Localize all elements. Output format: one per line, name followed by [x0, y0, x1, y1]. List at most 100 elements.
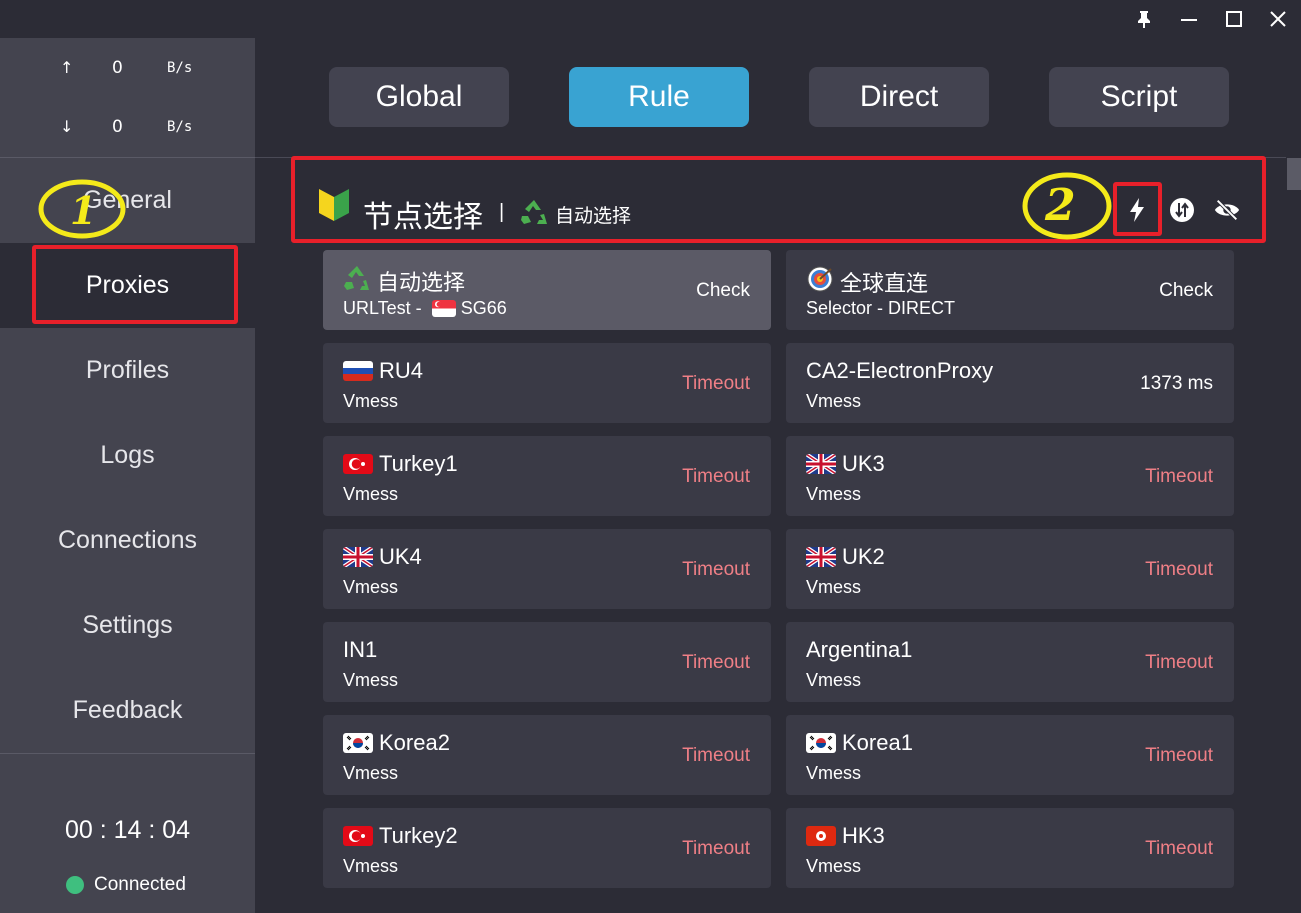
proxy-type-label: Vmess [343, 484, 399, 504]
proxy-name-label: 自动选择 [377, 270, 466, 295]
maximize-icon[interactable] [1221, 6, 1247, 32]
pin-icon[interactable] [1131, 6, 1157, 32]
flag-kr-icon [343, 733, 373, 753]
proxy-name-label: RU4 [379, 358, 424, 383]
sidebar-item-profiles[interactable]: Profiles [0, 328, 255, 413]
proxy-card[interactable]: 自动选择 URLTest - SG66 Check [323, 250, 771, 330]
flag-gb-icon [343, 547, 373, 567]
proxy-name-label: UK4 [379, 544, 422, 569]
proxy-name-label: HK3 [842, 823, 885, 848]
proxy-delay: Timeout [1145, 466, 1213, 487]
proxy-delay: Timeout [682, 745, 750, 766]
sidebar-item-feedback[interactable]: Feedback [0, 668, 255, 753]
minimize-icon[interactable] [1176, 6, 1202, 32]
flag-tr-icon [343, 826, 373, 846]
download-speed: ↓ 0 B/s [0, 117, 255, 137]
proxy-card[interactable]: UK3 Vmess Timeout [786, 436, 1234, 516]
flag-kr-icon [806, 733, 836, 753]
proxy-card[interactable]: Korea2 Vmess Timeout [323, 715, 771, 795]
annotation-mark-2: 2 [1045, 180, 1076, 231]
scrollbar-thumb[interactable] [1287, 158, 1301, 190]
proxy-type: Selector - DIRECT [806, 298, 955, 319]
title-bar [0, 0, 1301, 38]
annotation-mark-1: 1 [70, 188, 97, 233]
mode-tab-rule[interactable]: Rule [569, 67, 749, 127]
proxy-type: Vmess [343, 391, 398, 412]
proxy-delay: Timeout [682, 466, 750, 487]
download-value: 0 [112, 117, 123, 137]
proxy-delay: Timeout [682, 373, 750, 394]
proxy-name: 全球直连 [806, 265, 928, 299]
proxy-name: Turkey2 [343, 823, 458, 849]
proxy-type-label: URLTest - [343, 298, 427, 318]
proxy-name-label: UK3 [842, 451, 885, 476]
traffic-panel: ↑ 0 B/s ↓ 0 B/s [0, 38, 255, 157]
proxy-name-label: 全球直连 [840, 271, 929, 296]
proxy-name: Korea1 [806, 730, 913, 756]
flag-ru-icon [343, 361, 373, 381]
proxy-type: Vmess [806, 484, 861, 505]
proxy-type-node: SG66 [460, 298, 507, 318]
proxy-type: Vmess [806, 577, 861, 598]
proxy-card[interactable]: Argentina1 Vmess Timeout [786, 622, 1234, 702]
sidebar-item-logs[interactable]: Logs [0, 413, 255, 498]
check-button[interactable]: Check [696, 280, 750, 302]
sidebar-item-settings[interactable]: Settings [0, 583, 255, 668]
proxy-delay: Timeout [682, 652, 750, 673]
mode-tab-global[interactable]: Global [329, 67, 509, 127]
proxy-card[interactable]: UK2 Vmess Timeout [786, 529, 1234, 609]
proxy-type: Vmess [343, 577, 398, 598]
proxy-type-label: Vmess [343, 670, 399, 690]
annotation-box-test-button [1113, 182, 1162, 236]
proxy-name: UK2 [806, 544, 885, 570]
proxy-name-label: UK2 [842, 544, 885, 569]
proxy-type: Vmess [343, 484, 398, 505]
flag-sg-icon [431, 300, 456, 317]
mode-tab-script[interactable]: Script [1049, 67, 1229, 127]
proxy-name: HK3 [806, 823, 885, 849]
proxy-name-label: Turkey1 [379, 451, 458, 476]
proxy-card[interactable]: HK3 Vmess Timeout [786, 808, 1234, 888]
mode-tab-direct[interactable]: Direct [809, 67, 989, 127]
proxy-delay: Timeout [1145, 652, 1213, 673]
proxy-card[interactable]: CA2-ElectronProxy Vmess 1373 ms [786, 343, 1234, 423]
proxy-card[interactable]: RU4 Vmess Timeout [323, 343, 771, 423]
proxy-card[interactable]: IN1 Vmess Timeout [323, 622, 771, 702]
scrollbar[interactable] [1287, 158, 1301, 913]
uptime-timer: 00 : 14 : 04 [64, 816, 191, 844]
proxy-type-label: Vmess [343, 856, 399, 876]
connection-status: Connected [66, 874, 186, 896]
proxy-delay: Timeout [682, 559, 750, 580]
proxy-type-label: Vmess [343, 391, 399, 411]
proxy-delay: Timeout [1145, 838, 1213, 859]
proxy-delay: Timeout [682, 838, 750, 859]
recycle-icon [343, 265, 371, 297]
proxy-card[interactable]: Korea1 Vmess Timeout [786, 715, 1234, 795]
proxy-card[interactable]: Turkey2 Vmess Timeout [323, 808, 771, 888]
proxy-name-label: Korea2 [379, 730, 450, 755]
sidebar: ↑ 0 B/s ↓ 0 B/s General Proxies Profiles… [0, 38, 255, 913]
proxy-delay: 1373 ms [1140, 373, 1213, 394]
proxy-type-label: Vmess [343, 763, 399, 783]
proxy-name-label: IN1 [343, 637, 378, 662]
check-button[interactable]: Check [1159, 280, 1213, 302]
annotation-box-proxies [32, 245, 238, 324]
proxy-type: Vmess [806, 670, 861, 691]
proxy-type-label: Vmess [806, 763, 862, 783]
flag-hk-icon [806, 826, 836, 846]
upload-unit: B/s [167, 60, 193, 76]
proxy-card[interactable]: 全球直连 Selector - DIRECT Check [786, 250, 1234, 330]
proxy-type-label: Vmess [806, 670, 862, 690]
close-icon[interactable] [1265, 6, 1291, 32]
proxy-type: Vmess [806, 763, 861, 784]
proxy-name: RU4 [343, 358, 423, 384]
sidebar-item-connections[interactable]: Connections [0, 498, 255, 583]
proxy-card[interactable]: Turkey1 Vmess Timeout [323, 436, 771, 516]
proxy-card[interactable]: UK4 Vmess Timeout [323, 529, 771, 609]
connection-status-label: Connected [94, 874, 186, 895]
proxy-type: Vmess [806, 391, 861, 412]
proxy-type-label: Vmess [343, 577, 399, 597]
flag-gb-icon [806, 454, 836, 474]
download-arrow-icon: ↓ [60, 117, 74, 136]
proxy-type-label: Vmess [806, 391, 862, 411]
